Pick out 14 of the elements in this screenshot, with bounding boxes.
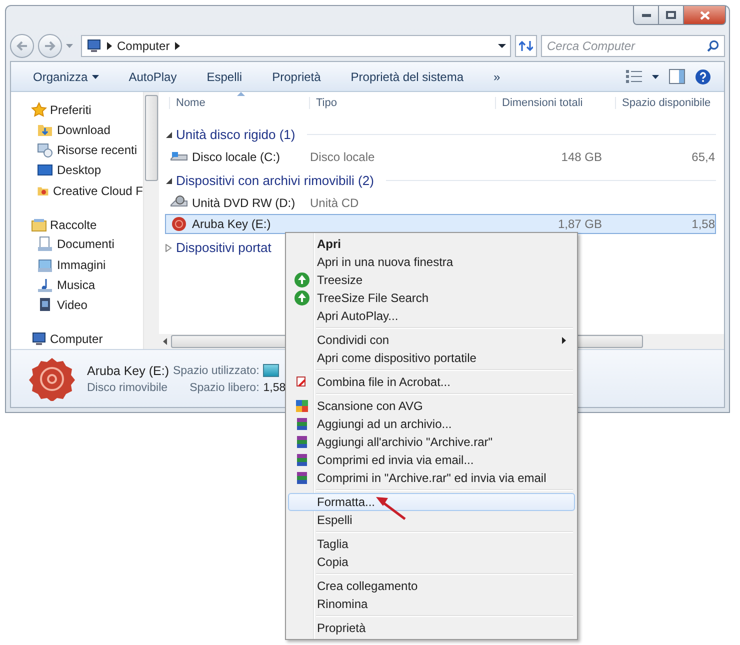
- total-size: 1,87 GB: [556, 217, 603, 231]
- free-space: 1,58: [690, 217, 715, 231]
- total-size: 148 GB: [560, 150, 603, 164]
- drive-name: Unità DVD RW (D:): [192, 196, 296, 210]
- drive-name: Aruba Key (E:): [87, 364, 169, 378]
- drive-name: Aruba Key (E:): [192, 217, 271, 231]
- drive-type: Disco rimovibile: [87, 382, 169, 394]
- free-space: 65,4: [690, 150, 715, 164]
- drive-type: Unità CD: [309, 196, 360, 210]
- drive-name: Disco locale (C:): [192, 150, 280, 164]
- free-space-label: Spazio libero:: [188, 382, 260, 394]
- free-space-value: 1,58: [263, 382, 286, 394]
- drive-type: Disco locale: [309, 150, 376, 164]
- used-space-label: Spazio utilizzato:: [172, 364, 260, 376]
